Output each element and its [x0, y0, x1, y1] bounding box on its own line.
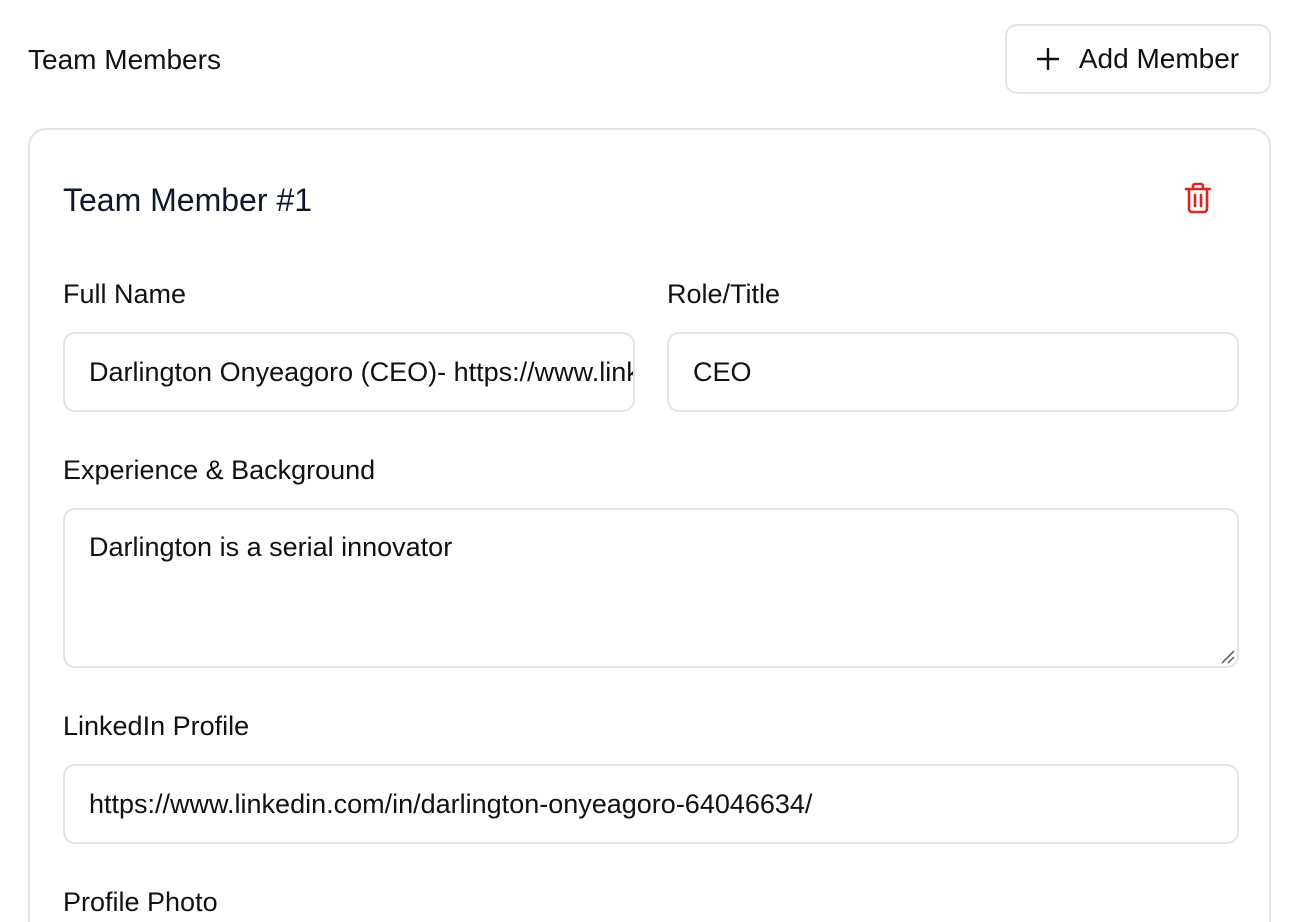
full-name-label: Full Name: [63, 279, 187, 309]
experience-value: Darlington is a serial innovator: [89, 532, 453, 562]
add-member-label: Add Member: [1078, 43, 1240, 74]
role-title-label: Role/Title: [667, 279, 781, 309]
role-title-input[interactable]: CEO: [667, 332, 1239, 412]
team-member-card: Team Member #1 Full Name Darlington Onye…: [28, 128, 1271, 922]
team-members-page: Team Members Add Member Team Member #1 F…: [0, 0, 1296, 922]
trash-icon: [1184, 182, 1212, 214]
team-member-title: Team Member #1: [63, 182, 312, 218]
linkedin-value: https://www.linkedin.com/in/darlington-o…: [89, 789, 813, 819]
full-name-input[interactable]: Darlington Onyeagoro (CEO)- https://www.…: [63, 332, 635, 412]
add-member-button[interactable]: Add Member: [1005, 24, 1271, 94]
plus-icon: [1036, 48, 1059, 70]
section-title: Team Members: [28, 44, 221, 75]
section-header: Team Members Add Member: [28, 24, 1271, 96]
full-name-value: Darlington Onyeagoro (CEO)- https://www.…: [89, 357, 633, 387]
linkedin-input[interactable]: https://www.linkedin.com/in/darlington-o…: [63, 764, 1239, 844]
profile-photo-label: Profile Photo: [63, 887, 218, 917]
role-title-value: CEO: [693, 357, 752, 387]
experience-textarea[interactable]: Darlington is a serial innovator: [63, 508, 1239, 668]
linkedin-label: LinkedIn Profile: [63, 711, 250, 741]
delete-member-button[interactable]: [1176, 176, 1220, 220]
experience-label: Experience & Background: [63, 455, 376, 485]
resize-handle-icon[interactable]: [1219, 648, 1235, 664]
